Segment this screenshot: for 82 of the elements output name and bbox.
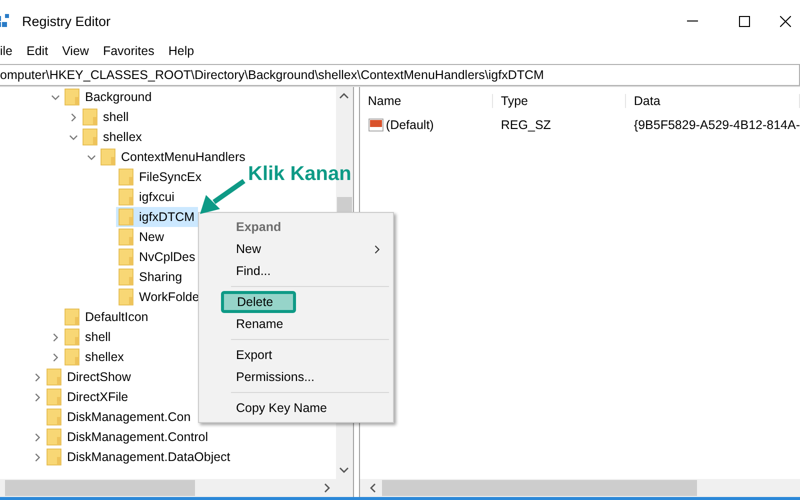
folder-icon [118, 228, 134, 246]
tree-item[interactable]: WorkFolde [116, 287, 202, 307]
folder-icon [46, 368, 62, 386]
tree-item[interactable]: shellex [62, 347, 127, 367]
menu-item[interactable]: New [199, 238, 393, 260]
folder-icon [64, 308, 80, 326]
menu-item[interactable]: Permissions... [199, 366, 393, 388]
folder-icon [64, 348, 80, 366]
menu-item[interactable]: Find... [199, 260, 393, 282]
column-header[interactable]: Data [626, 94, 800, 108]
folder-icon [100, 148, 116, 166]
tree-item[interactable]: DirectXFile [44, 387, 132, 407]
window-title: Registry Editor [22, 14, 112, 28]
minimize-icon [686, 20, 698, 22]
column-header[interactable]: Type [492, 94, 626, 108]
chevron-down-icon[interactable] [86, 152, 96, 162]
string-value-icon [368, 117, 384, 133]
tree-item[interactable]: DefaultIcon [62, 307, 152, 327]
scroll-right-icon[interactable] [322, 483, 332, 493]
folder-icon [64, 328, 80, 346]
scroll-down-icon[interactable] [339, 465, 350, 475]
menu-item[interactable]: ile [0, 44, 13, 58]
tree-item[interactable]: DirectShow [44, 367, 134, 387]
folder-icon [118, 288, 134, 306]
menu-item[interactable]: View [62, 44, 89, 58]
chevron-down-icon[interactable] [50, 92, 60, 102]
tree-item[interactable]: DiskManagement.DataObject [44, 447, 234, 467]
tree-item[interactable]: igfxcui [116, 187, 178, 207]
column-header[interactable]: Name [360, 94, 493, 108]
chevron-right-icon[interactable] [32, 452, 42, 462]
table-cell-text: REG_SZ [500, 118, 552, 132]
folder-icon [118, 208, 134, 226]
menu-item[interactable]: Favorites [102, 44, 154, 58]
tree-item[interactable]: igfxDTCM [116, 207, 198, 227]
tree-item[interactable]: Sharing [116, 267, 186, 287]
folder-icon [118, 268, 134, 286]
folder-icon [46, 448, 62, 466]
close-icon [780, 16, 790, 26]
scroll-thumb[interactable] [336, 197, 352, 212]
tree-item[interactable]: NvCplDes [116, 247, 198, 267]
folder-icon [118, 168, 134, 186]
chevron-right-icon[interactable] [50, 352, 60, 362]
tree-item[interactable]: New [116, 227, 168, 247]
tree-item[interactable]: FileSyncEx [116, 167, 205, 187]
scroll-left-icon[interactable] [368, 483, 378, 493]
scroll-up-icon[interactable] [339, 91, 350, 101]
chevron-right-icon[interactable] [32, 432, 42, 442]
chevron-right-icon[interactable] [50, 332, 60, 342]
menu-item[interactable]: Help [168, 44, 194, 58]
folder-icon [82, 128, 98, 146]
chevron-down-icon[interactable] [68, 132, 78, 142]
table-cell: (Default) [360, 117, 493, 133]
folder-icon [118, 248, 134, 266]
horizontal-scrollbar[interactable] [0, 479, 353, 497]
tree-item[interactable]: Background [62, 87, 155, 107]
maximize-icon [738, 16, 750, 26]
app-icon [0, 13, 10, 29]
folder-icon [64, 88, 80, 106]
menu-item[interactable]: Copy Key Name [199, 397, 393, 419]
folder-icon [46, 408, 62, 426]
tree-item[interactable]: shell [80, 107, 132, 127]
annotation-arrow [200, 178, 246, 214]
folder-icon [46, 388, 62, 406]
menu-item[interactable]: Delete [221, 291, 296, 313]
menu-item[interactable]: Edit [26, 44, 48, 58]
folder-icon [118, 188, 134, 206]
folder-icon [46, 428, 62, 446]
chevron-right-icon[interactable] [68, 112, 78, 122]
menu-item[interactable]: Rename [199, 313, 393, 335]
table-cell-text: {9B5F5829-A529-4B12-814A- [632, 118, 800, 132]
tree-item[interactable]: shellex [80, 127, 145, 147]
chevron-right-icon[interactable] [32, 372, 42, 382]
menu-item[interactable]: Export [199, 344, 393, 366]
tree-item[interactable]: DiskManagement.Control [44, 427, 212, 447]
tree-item[interactable]: shell [62, 327, 114, 347]
address-field[interactable]: omputer\HKEY_CLASSES_ROOT\Directory\Background\shellex\ContextMenuHandlers\igfxDTCM [0, 64, 800, 86]
tree-item[interactable]: ContextMenuHandlers [98, 147, 248, 167]
annotation-text: Klik Kanan [248, 163, 352, 186]
chevron-right-icon[interactable] [32, 392, 42, 402]
tree-item[interactable]: DiskManagement.Con [44, 407, 194, 427]
folder-icon [82, 108, 98, 126]
horizontal-scrollbar[interactable] [360, 479, 800, 497]
